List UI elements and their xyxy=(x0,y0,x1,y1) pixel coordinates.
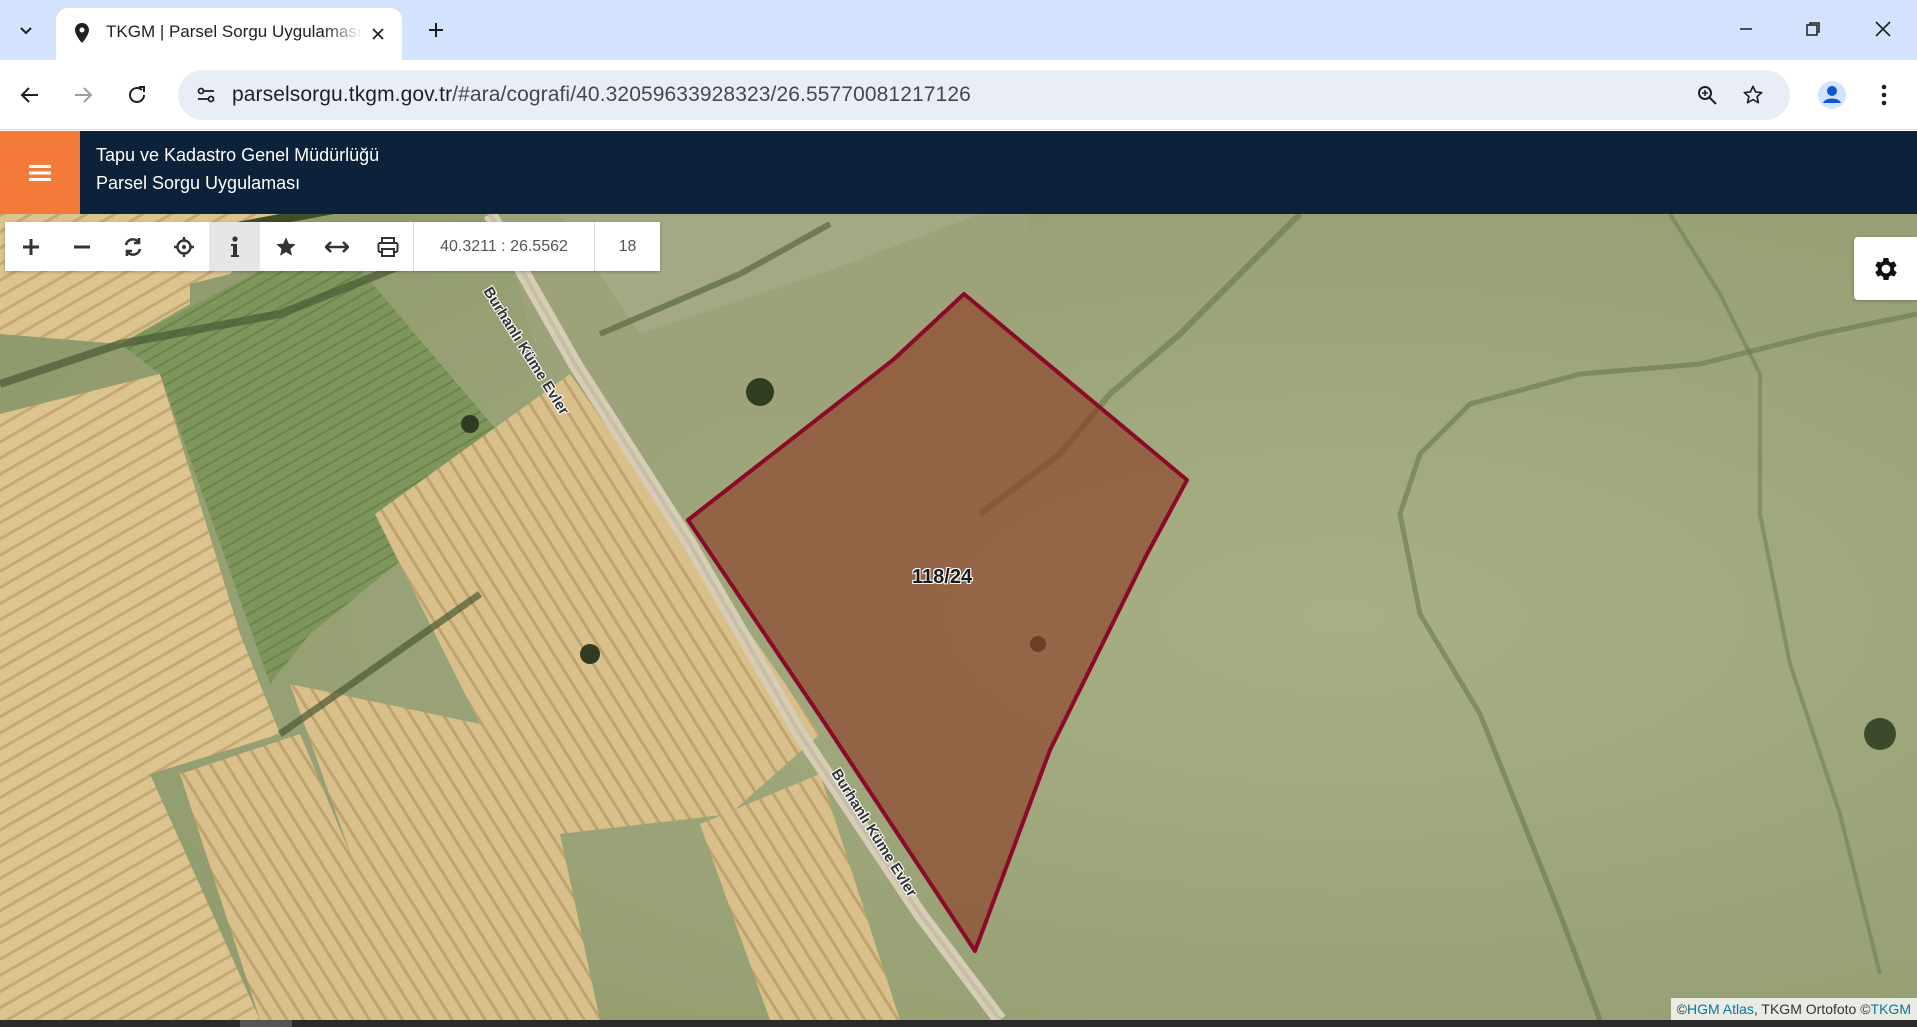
map-settings-button[interactable] xyxy=(1854,237,1917,300)
reload-button[interactable] xyxy=(117,75,157,115)
tab-title: TKGM | Parsel Sorgu Uygulaması xyxy=(106,22,362,41)
arrow-right-icon xyxy=(75,87,93,103)
attribution-prefix: © xyxy=(1676,1001,1687,1017)
plus-icon xyxy=(22,238,39,255)
close-tab-icon[interactable] xyxy=(366,22,390,46)
refresh-icon xyxy=(124,237,141,256)
map-pin-icon xyxy=(75,23,89,43)
forward-button[interactable] xyxy=(63,75,103,115)
map-canvas[interactable]: 40.3211 : 26.5562 18 Burhanlı Küme Evler… xyxy=(0,214,1917,1020)
favorites-button[interactable] xyxy=(260,222,311,271)
parcel-label[interactable]: 118/24 xyxy=(912,566,972,589)
taskbar-segment xyxy=(240,1020,292,1027)
attribution-middle: , TKGM Ortofoto © xyxy=(1753,1001,1871,1017)
app-title: Parsel Sorgu Uygulaması xyxy=(96,173,301,193)
browser-toolbar: parselsorgu.tkgm.gov.tr/#ara/cografi/40.… xyxy=(0,60,1917,130)
new-tab-button[interactable] xyxy=(420,14,452,46)
minus-icon xyxy=(73,245,90,248)
satellite-imagery xyxy=(0,214,1917,1020)
profile-button[interactable] xyxy=(1812,75,1852,115)
zoom-out-button[interactable] xyxy=(56,222,107,271)
close-window-button[interactable] xyxy=(1855,8,1911,50)
minimize-button[interactable] xyxy=(1718,8,1774,50)
browser-tabstrip: TKGM | Parsel Sorgu Uygulaması xyxy=(0,0,1917,60)
chevron-down-icon xyxy=(20,27,32,35)
map-toolbar: 40.3211 : 26.5562 18 xyxy=(5,222,660,271)
hgm-atlas-link[interactable]: HGM Atlas xyxy=(1687,1001,1754,1017)
arrow-left-icon xyxy=(20,87,38,103)
crosshair-icon xyxy=(173,236,194,257)
measure-button[interactable] xyxy=(311,222,362,271)
info-icon xyxy=(230,235,239,257)
browser-menu-button[interactable] xyxy=(1866,75,1902,115)
url-host: parselsorgu.tkgm.gov.tr xyxy=(232,83,453,106)
reload-icon xyxy=(129,86,145,103)
minimize-icon xyxy=(1740,28,1752,30)
url-text[interactable]: parselsorgu.tkgm.gov.tr/#ara/cografi/40.… xyxy=(232,83,971,107)
taskbar-edge xyxy=(0,1020,1917,1027)
zoom-level-display: 18 xyxy=(618,237,637,255)
close-icon xyxy=(1875,21,1891,37)
browser-tab[interactable]: TKGM | Parsel Sorgu Uygulaması xyxy=(56,8,402,60)
zoom-in-button[interactable] xyxy=(5,222,56,271)
plus-icon xyxy=(429,23,443,37)
tkgm-link[interactable]: TKGM xyxy=(1871,1001,1911,1017)
print-icon xyxy=(377,236,398,257)
gear-icon xyxy=(1874,257,1897,280)
coordinate-display: 40.3211 : 26.5562 xyxy=(413,222,595,271)
address-bar[interactable]: parselsorgu.tkgm.gov.tr/#ara/cografi/40.… xyxy=(178,70,1790,120)
site-info-icon[interactable] xyxy=(190,79,222,111)
locate-button[interactable] xyxy=(158,222,209,271)
restore-icon xyxy=(1806,22,1820,36)
tab-search-button[interactable] xyxy=(6,10,46,50)
star-icon xyxy=(275,236,296,256)
account-avatar-icon xyxy=(1818,81,1846,109)
agency-title: Tapu ve Kadastro Genel Müdürlüğü xyxy=(96,145,380,165)
map-attribution: © HGM Atlas , TKGM Ortofoto © TKGM xyxy=(1670,998,1917,1020)
restore-button[interactable] xyxy=(1785,8,1841,50)
print-button[interactable] xyxy=(362,222,413,271)
url-path: /#ara/cografi/40.32059633928323/26.55770… xyxy=(452,83,971,106)
sidebar-menu-button[interactable] xyxy=(0,131,80,214)
arrows-horizontal-icon xyxy=(324,240,349,253)
back-button[interactable] xyxy=(10,75,50,115)
info-button[interactable] xyxy=(209,222,260,271)
app-header: Tapu ve Kadastro Genel Müdürlüğü Parsel … xyxy=(0,131,1917,214)
more-vert-icon xyxy=(1881,84,1887,106)
refresh-button[interactable] xyxy=(107,222,158,271)
zoom-icon[interactable] xyxy=(1692,80,1722,110)
hamburger-icon xyxy=(29,164,51,181)
bookmark-star-icon[interactable] xyxy=(1738,80,1768,110)
